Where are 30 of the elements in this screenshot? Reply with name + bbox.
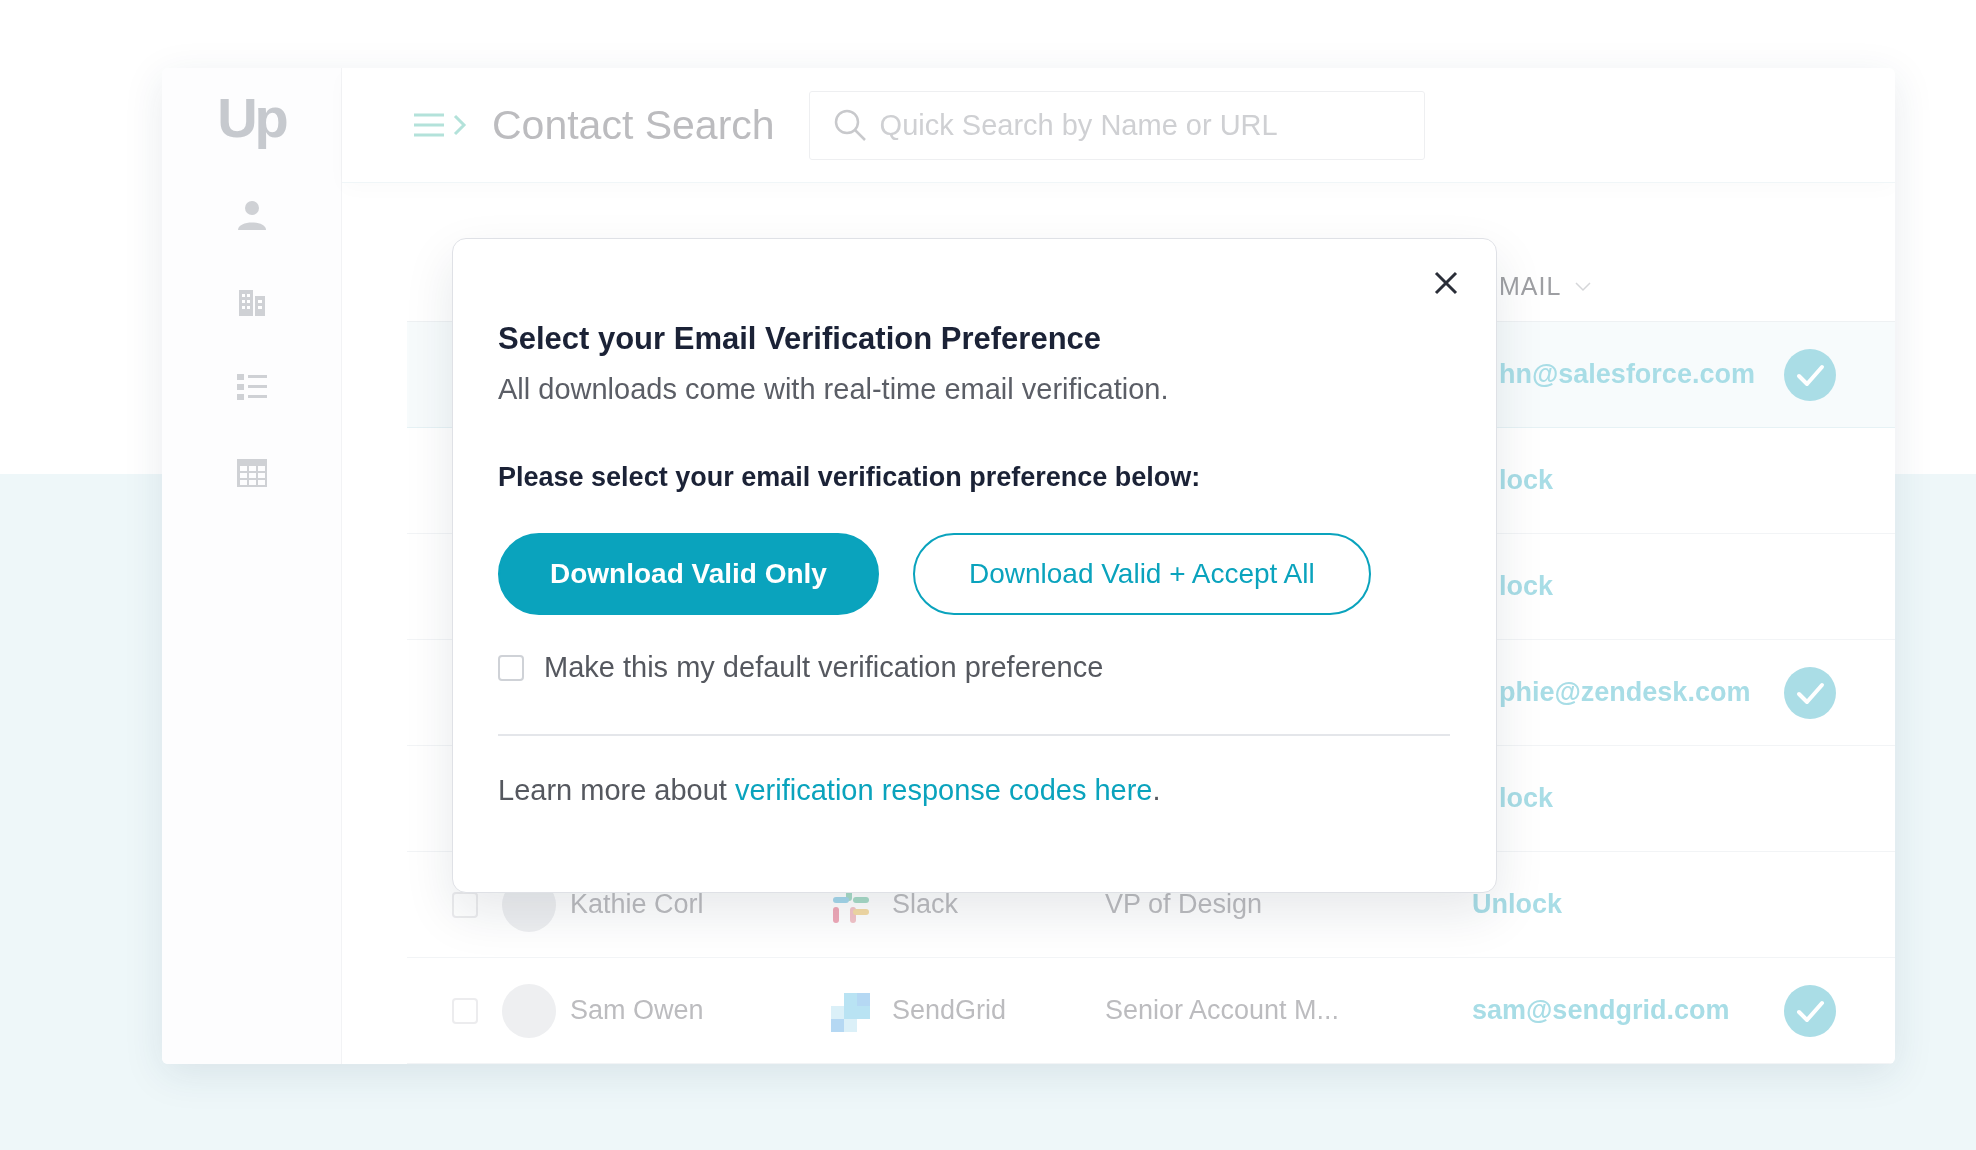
email-link[interactable]: lock	[1499, 571, 1554, 601]
page-title: Contact Search	[492, 101, 775, 149]
job-title: Senior Account M...	[1105, 995, 1341, 1026]
email-link[interactable]: lock	[1499, 783, 1554, 813]
dialog-prompt: Please select your email verification preference below:	[498, 462, 1202, 493]
dialog-subtitle: All downloads come with real-time email verification.	[498, 373, 1170, 406]
email-link[interactable]: hn@salesforce.com	[1499, 359, 1755, 389]
close-icon	[1434, 271, 1458, 295]
row-checkbox[interactable]	[452, 891, 478, 918]
default-checkbox[interactable]	[498, 654, 524, 681]
contact-name: Sam Owen	[570, 995, 705, 1026]
column-header: MAIL	[1499, 272, 1562, 301]
dialog-title: Select your Email Verification Preference	[498, 321, 1103, 357]
search-icon	[832, 107, 867, 142]
learn-more-text: Learn more about verification response codes here.	[498, 774, 1162, 807]
contact-name: Kathie Corl	[570, 889, 705, 920]
table-row[interactable]: Sam Owen SendGrid Senior Account M... sam@sendgrid.com	[407, 958, 1895, 1064]
chevron-down-icon[interactable]	[1575, 281, 1592, 292]
email-link[interactable]: lock	[1499, 465, 1554, 495]
company-name: Slack	[892, 889, 960, 920]
checkbox-label: Make this my default verification preference	[544, 651, 1104, 684]
verification-codes-link[interactable]: verification response codes here	[735, 774, 1153, 806]
company-name: SendGrid	[892, 995, 1008, 1026]
job-title: VP of Design	[1105, 889, 1264, 920]
download-valid-button[interactable]: Download Valid Only	[498, 533, 879, 615]
download-all-button[interactable]: Download Valid + Accept All	[912, 533, 1371, 615]
grid-icon[interactable]	[234, 456, 269, 490]
email-link[interactable]: sam@sendgrid.com	[1472, 995, 1730, 1025]
email-link[interactable]: Unlock	[1472, 889, 1563, 919]
email-link[interactable]: phie@zendesk.com	[1499, 677, 1751, 707]
